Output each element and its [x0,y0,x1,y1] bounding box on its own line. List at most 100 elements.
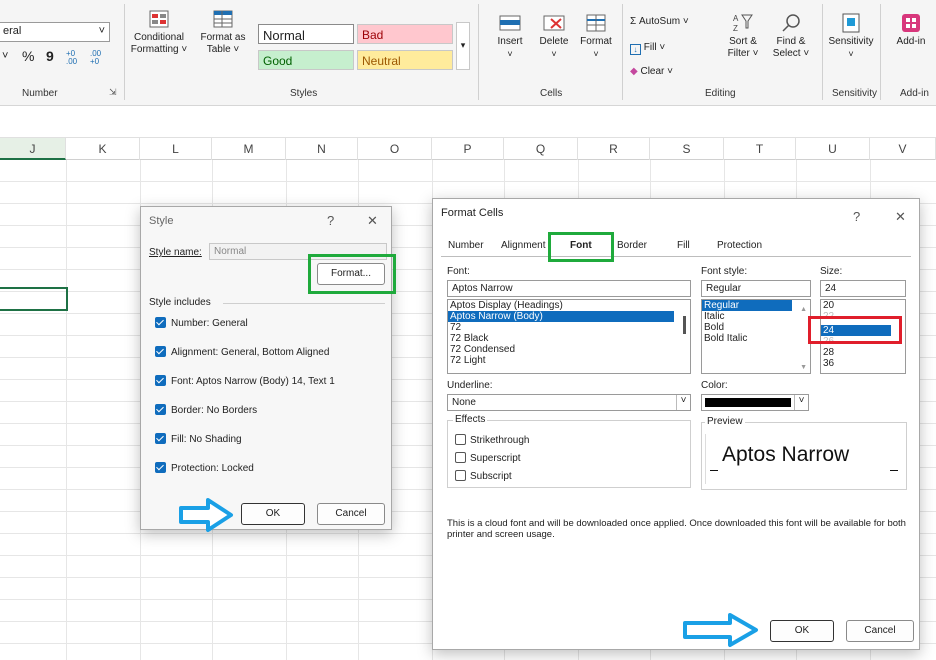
column-header[interactable]: V [870,138,936,160]
size-item[interactable]: 36 [821,358,905,369]
font-style-list[interactable]: Regular Italic Bold Bold Italic ▲ ▼ [701,299,811,374]
font-list-item-selected[interactable]: Aptos Narrow (Body) [448,311,674,322]
color-dropdown[interactable]: ˅ [701,394,809,411]
checkbox-unchecked-icon [455,470,466,481]
format-cells-cancel-button[interactable]: Cancel [846,620,914,642]
strikethrough-checkbox[interactable]: Strikethrough [455,434,529,446]
conditional-formatting-label-1: Conditional [133,32,185,43]
clear-button[interactable]: ◆ Clear ˅ [630,66,673,77]
delete-cells-button[interactable]: Delete ˅ [534,14,574,60]
comma-style-button[interactable]: 9 [46,48,54,64]
preview-text: Aptos Narrow [722,443,850,466]
include-alignment-checkbox[interactable]: Alignment: General, Bottom Aligned [155,346,329,358]
include-border-checkbox[interactable]: Border: No Borders [155,404,257,416]
include-protection-checkbox[interactable]: Protection: Locked [155,462,254,474]
font-list-item[interactable]: 72 Black [448,333,690,344]
column-header[interactable]: M [212,138,286,160]
close-icon[interactable]: ✕ [367,213,378,229]
style-cancel-button[interactable]: Cancel [317,503,385,525]
column-header[interactable]: S [650,138,724,160]
superscript-checkbox[interactable]: Superscript [455,452,521,464]
sort-filter-button[interactable]: AZ Sort & Filter ˅ [722,12,764,60]
font-list-item[interactable]: 72 Light [448,355,690,366]
style-name-label: Style name: [149,247,202,258]
dialog-launcher-icon[interactable]: ⇲ [109,87,117,98]
format-cells-ok-button[interactable]: OK [770,620,834,642]
font-style-item-selected[interactable]: Regular [702,300,792,311]
add-ins-button[interactable]: Add-in [886,12,936,48]
style-ok-button[interactable]: OK [241,503,305,525]
tab-border[interactable]: Border [617,240,647,251]
eraser-icon: ◆ [630,66,638,77]
column-header[interactable]: K [66,138,140,160]
column-header[interactable]: P [432,138,504,160]
font-style-item[interactable]: Italic [702,311,810,322]
tab-protection[interactable]: Protection [717,240,762,251]
column-header[interactable]: J [0,138,66,160]
fill-button[interactable]: ↓ Fill ˅ [630,42,665,55]
size-item[interactable]: 20 [821,300,905,311]
chevron-down-icon: ˅ [676,395,690,410]
include-number-checkbox[interactable]: Number: General [155,317,248,329]
include-label: Border: No Borders [171,405,258,416]
font-list-item[interactable]: 72 [448,322,690,333]
font-list-item[interactable]: Aptos Display (Headings) [448,300,690,311]
percent-button[interactable]: % [22,48,34,64]
column-header[interactable]: L [140,138,212,160]
font-list[interactable]: Aptos Display (Headings) Aptos Narrow (B… [447,299,691,374]
insert-cells-button[interactable]: Insert ˅ [490,14,530,60]
column-header[interactable]: O [358,138,432,160]
font-input[interactable]: Aptos Narrow [447,280,691,297]
column-header[interactable]: N [286,138,358,160]
styles-gallery-more-button[interactable]: ▾ [456,22,470,70]
column-header[interactable]: U [796,138,870,160]
size-input[interactable]: 24 [820,280,906,297]
style-normal[interactable]: Normal [258,24,354,44]
font-style-item[interactable]: Bold Italic [702,333,810,344]
add-ins-group-label: Add-in [900,88,929,99]
size-item[interactable]: 28 [821,347,905,358]
tab-number[interactable]: Number [448,240,484,251]
increase-decimal-button[interactable]: +0 .00 [66,50,86,66]
effect-label: Superscript [470,453,521,464]
help-icon[interactable]: ? [327,213,334,228]
number-format-dropdown[interactable]: eral ˅ [0,22,110,42]
tab-alignment[interactable]: Alignment [501,240,545,251]
style-bad[interactable]: Bad [357,24,453,44]
font-list-item[interactable]: 72 Condensed [448,344,690,355]
font-list-scrollbar[interactable] [683,316,686,334]
font-style-input[interactable]: Regular [701,280,811,297]
include-label: Font: Aptos Narrow (Body) 14, Text 1 [171,376,335,387]
format-cells-title: Format Cells [441,207,504,219]
column-header[interactable]: R [578,138,650,160]
format-cells-button[interactable]: Format ˅ [576,14,616,60]
style-good[interactable]: Good [258,50,354,70]
find-select-button[interactable]: Find & Select ˅ [770,12,812,60]
currency-dropdown-icon[interactable]: ˅ [2,50,8,62]
active-cell[interactable] [0,287,68,311]
delete-cells-icon [543,15,565,31]
include-fill-checkbox[interactable]: Fill: No Shading [155,433,242,445]
include-font-checkbox[interactable]: Font: Aptos Narrow (Body) 14, Text 1 [155,375,335,387]
help-icon[interactable]: ? [853,209,860,224]
column-header[interactable]: T [724,138,796,160]
underline-dropdown[interactable]: None ˅ [447,394,691,411]
font-style-item[interactable]: Bold [702,322,810,333]
tab-fill[interactable]: Fill [677,240,690,251]
cloud-font-note: This is a cloud font and will be downloa… [447,518,906,540]
scroll-up-icon[interactable]: ▲ [800,304,807,315]
decrease-decimal-button[interactable]: .00 +0 [90,50,110,66]
sensitivity-button[interactable]: Sensitivity ˅ [826,12,876,60]
column-header[interactable]: Q [504,138,578,160]
conditional-formatting-button[interactable]: Conditional Formatting ˅ [128,10,190,56]
underline-value: None [452,397,476,408]
autosum-button[interactable]: Σ AutoSum ˅ [630,16,689,27]
close-icon[interactable]: ✕ [895,209,906,225]
format-as-table-button[interactable]: Format as Table ˅ [194,10,252,56]
checkbox-checked-icon [155,404,166,415]
include-label: Number: General [171,318,248,329]
style-neutral[interactable]: Neutral [357,50,453,70]
subscript-checkbox[interactable]: Subscript [455,470,512,482]
scroll-down-icon[interactable]: ▼ [800,362,807,373]
sort-filter-icon: AZ [733,14,753,33]
